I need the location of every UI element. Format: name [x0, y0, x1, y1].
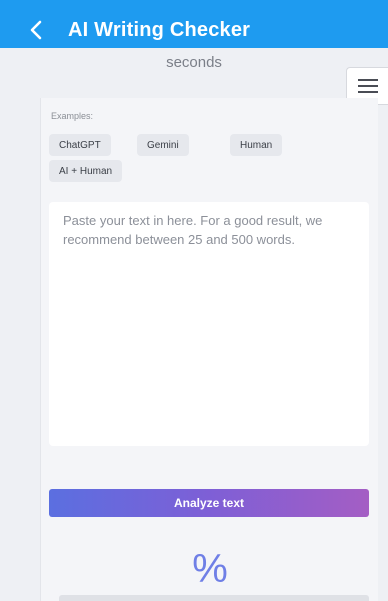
chip-ai-human[interactable]: AI + Human	[49, 160, 123, 182]
result-panel-edge	[59, 595, 369, 601]
analyze-text-button[interactable]: Analyze text	[49, 489, 369, 517]
text-input-area[interactable]: Paste your text in here. For a good resu…	[49, 202, 369, 446]
chip-human[interactable]: Human	[230, 134, 283, 156]
text-input-placeholder: Paste your text in here. For a good resu…	[63, 213, 323, 247]
examples-label: Examples:	[51, 111, 94, 121]
back-button[interactable]	[24, 18, 48, 42]
result-percent: %	[192, 547, 228, 591]
chevron-left-icon	[30, 20, 42, 40]
seconds-text: seconds	[166, 54, 222, 71]
chip-gemini[interactable]: Gemini	[137, 134, 189, 156]
hamburger-menu-icon	[357, 79, 378, 93]
checker-card: Examples: ChatGPT Gemini Human AI + Huma…	[40, 98, 378, 601]
chip-chatgpt[interactable]: ChatGPT	[49, 134, 111, 156]
app-title: AI Writing Checker	[68, 18, 251, 41]
